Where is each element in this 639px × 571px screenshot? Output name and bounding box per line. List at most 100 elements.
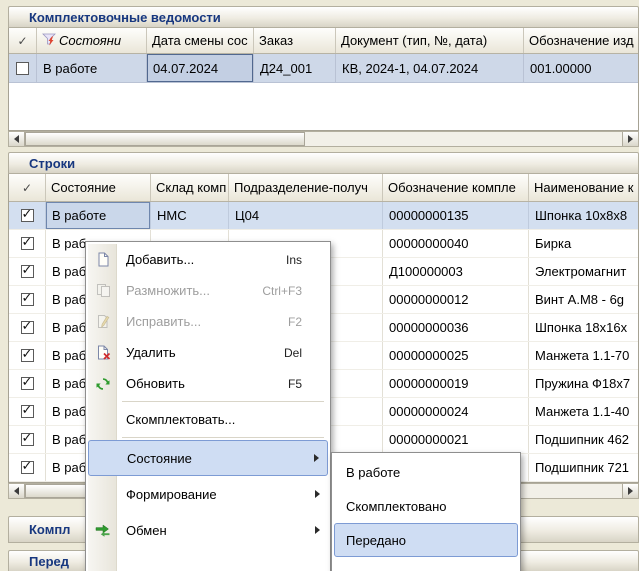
row-checkbox[interactable] bbox=[21, 237, 34, 250]
cell-warehouse: НМС bbox=[151, 202, 229, 229]
row-checkbox[interactable] bbox=[21, 433, 34, 446]
cell-state: В работе bbox=[37, 54, 147, 82]
column-header-order[interactable]: Заказ bbox=[254, 28, 336, 53]
menu-item-label: Удалить bbox=[118, 345, 176, 360]
cell-name: Электромагнит bbox=[529, 258, 638, 285]
add-document-icon bbox=[88, 252, 118, 267]
scroll-right-button[interactable] bbox=[622, 484, 638, 498]
menu-item-exchange[interactable]: Обмен bbox=[88, 512, 328, 548]
application-window: Комплектовочные ведомости Состояни Дата … bbox=[0, 0, 639, 571]
panel-title: Комплектовочные ведомости bbox=[29, 10, 221, 25]
menu-separator bbox=[122, 437, 324, 438]
menu-item-label: Размножить... bbox=[118, 283, 210, 298]
cell-name: Винт А.М8 - 6g bbox=[529, 286, 638, 313]
arrow-right-icon bbox=[628, 487, 633, 495]
column-header-label: Документ (тип, №, дата) bbox=[341, 33, 487, 48]
filter-lightning-icon bbox=[42, 33, 56, 49]
menu-item-label: Исправить... bbox=[118, 314, 201, 329]
row-checkbox[interactable] bbox=[21, 293, 34, 306]
menu-item-state[interactable]: Состояние bbox=[88, 440, 328, 476]
scroll-left-button[interactable] bbox=[9, 484, 25, 498]
menu-item-delete[interactable]: Удалить Del bbox=[88, 337, 328, 368]
row-checkbox[interactable] bbox=[21, 321, 34, 334]
cell-code: 00000000024 bbox=[383, 398, 529, 425]
table-row[interactable]: В работеНМСЦ0400000000135Шпонка 10х8х8 bbox=[9, 202, 638, 230]
cell-department: Ц04 bbox=[229, 202, 383, 229]
panel-header-lines[interactable]: Строки bbox=[8, 152, 639, 174]
column-header-label: Состояние bbox=[51, 180, 116, 195]
row-check-cell bbox=[9, 286, 46, 313]
menu-shortcut: Del bbox=[284, 346, 322, 360]
check-icon bbox=[17, 33, 27, 48]
cell-name: Бирка bbox=[529, 230, 638, 257]
check-icon bbox=[22, 180, 32, 195]
cell-date: 04.07.2024 bbox=[147, 54, 254, 82]
panel-title: Строки bbox=[29, 156, 75, 171]
cell-document: КВ, 2024-1, 04.07.2024 bbox=[336, 54, 524, 82]
menu-item-label: Скомплектовать... bbox=[118, 412, 235, 427]
row-check-cell bbox=[9, 314, 46, 341]
menu-shortcut: Ctrl+F3 bbox=[262, 284, 322, 298]
cell-name: Пружина Ф18х7 bbox=[529, 370, 638, 397]
top-table-header: Состояни Дата смены сос Заказ Документ (… bbox=[9, 28, 638, 54]
column-header-document[interactable]: Документ (тип, №, дата) bbox=[336, 28, 524, 53]
scrollbar-thumb[interactable] bbox=[25, 132, 305, 146]
column-header-date[interactable]: Дата смены сос bbox=[147, 28, 254, 53]
row-check-cell bbox=[9, 454, 46, 481]
column-header-label: Заказ bbox=[259, 33, 293, 48]
row-checkbox[interactable] bbox=[21, 461, 34, 474]
menu-item-formation[interactable]: Формирование bbox=[88, 476, 328, 512]
arrow-left-icon bbox=[14, 487, 19, 495]
menu-item-complete[interactable]: Скомплектовать... bbox=[88, 404, 328, 435]
row-check-cell bbox=[9, 202, 46, 229]
column-header-label: Наименование к bbox=[534, 180, 633, 195]
row-check-cell bbox=[9, 54, 37, 82]
horizontal-scrollbar[interactable] bbox=[8, 131, 639, 147]
column-header-designation[interactable]: Обозначение изд bbox=[524, 28, 638, 53]
column-header-department[interactable]: Подразделение-получ bbox=[229, 174, 383, 201]
delete-document-icon bbox=[88, 345, 118, 360]
submenu-item-completed[interactable]: Скомплектовано bbox=[334, 489, 518, 523]
column-header-check[interactable] bbox=[9, 174, 46, 201]
cell-name: Манжета 1.1-40 bbox=[529, 398, 638, 425]
column-header-name[interactable]: Наименование к bbox=[529, 174, 638, 201]
menu-item-add[interactable]: Добавить... Ins bbox=[88, 244, 328, 275]
column-header-warehouse[interactable]: Склад комп bbox=[151, 174, 229, 201]
row-checkbox[interactable] bbox=[21, 209, 34, 222]
column-header-state[interactable]: Состояние bbox=[46, 174, 151, 201]
menu-item-refresh[interactable]: Обновить F5 bbox=[88, 368, 328, 399]
row-checkbox[interactable] bbox=[16, 62, 29, 75]
scroll-left-button[interactable] bbox=[9, 132, 25, 146]
exchange-icon bbox=[88, 522, 118, 538]
edit-document-icon bbox=[88, 314, 118, 329]
submenu-item-in-progress[interactable]: В работе bbox=[334, 455, 518, 489]
cell-code: 00000000135 bbox=[383, 202, 529, 229]
column-header-check[interactable] bbox=[9, 28, 37, 53]
column-header-label: Дата смены сос bbox=[152, 33, 248, 48]
cell-name: Подшипник 721 bbox=[529, 454, 638, 481]
cell-code: 00000000021 bbox=[383, 426, 529, 453]
panel-header-picking-lists[interactable]: Комплектовочные ведомости bbox=[8, 6, 639, 28]
menu-item-label: Обновить bbox=[118, 376, 185, 391]
row-checkbox[interactable] bbox=[21, 377, 34, 390]
cell-name: Шпонка 18х16х bbox=[529, 314, 638, 341]
menu-separator bbox=[122, 401, 324, 402]
column-header-state[interactable]: Состояни bbox=[37, 28, 147, 53]
column-header-code[interactable]: Обозначение компле bbox=[383, 174, 529, 201]
submenu-arrow-icon bbox=[315, 490, 320, 498]
submenu-item-transferred[interactable]: Передано bbox=[334, 523, 518, 557]
scroll-right-button[interactable] bbox=[622, 132, 638, 146]
cell-order: Д24_001 bbox=[254, 54, 336, 82]
submenu-item-label: Передано bbox=[346, 533, 406, 548]
table-row[interactable]: В работе 04.07.2024 Д24_001 КВ, 2024-1, … bbox=[9, 54, 638, 83]
menu-item-label: Формирование bbox=[118, 487, 217, 502]
row-checkbox[interactable] bbox=[21, 405, 34, 418]
duplicate-document-icon bbox=[88, 283, 118, 298]
cell-code: 00000000019 bbox=[383, 370, 529, 397]
row-checkbox[interactable] bbox=[21, 265, 34, 278]
row-checkbox[interactable] bbox=[21, 349, 34, 362]
row-check-cell bbox=[9, 398, 46, 425]
submenu-arrow-icon bbox=[314, 454, 319, 462]
submenu-item-label: В работе bbox=[346, 465, 400, 480]
cell-state: В работе bbox=[46, 202, 151, 229]
